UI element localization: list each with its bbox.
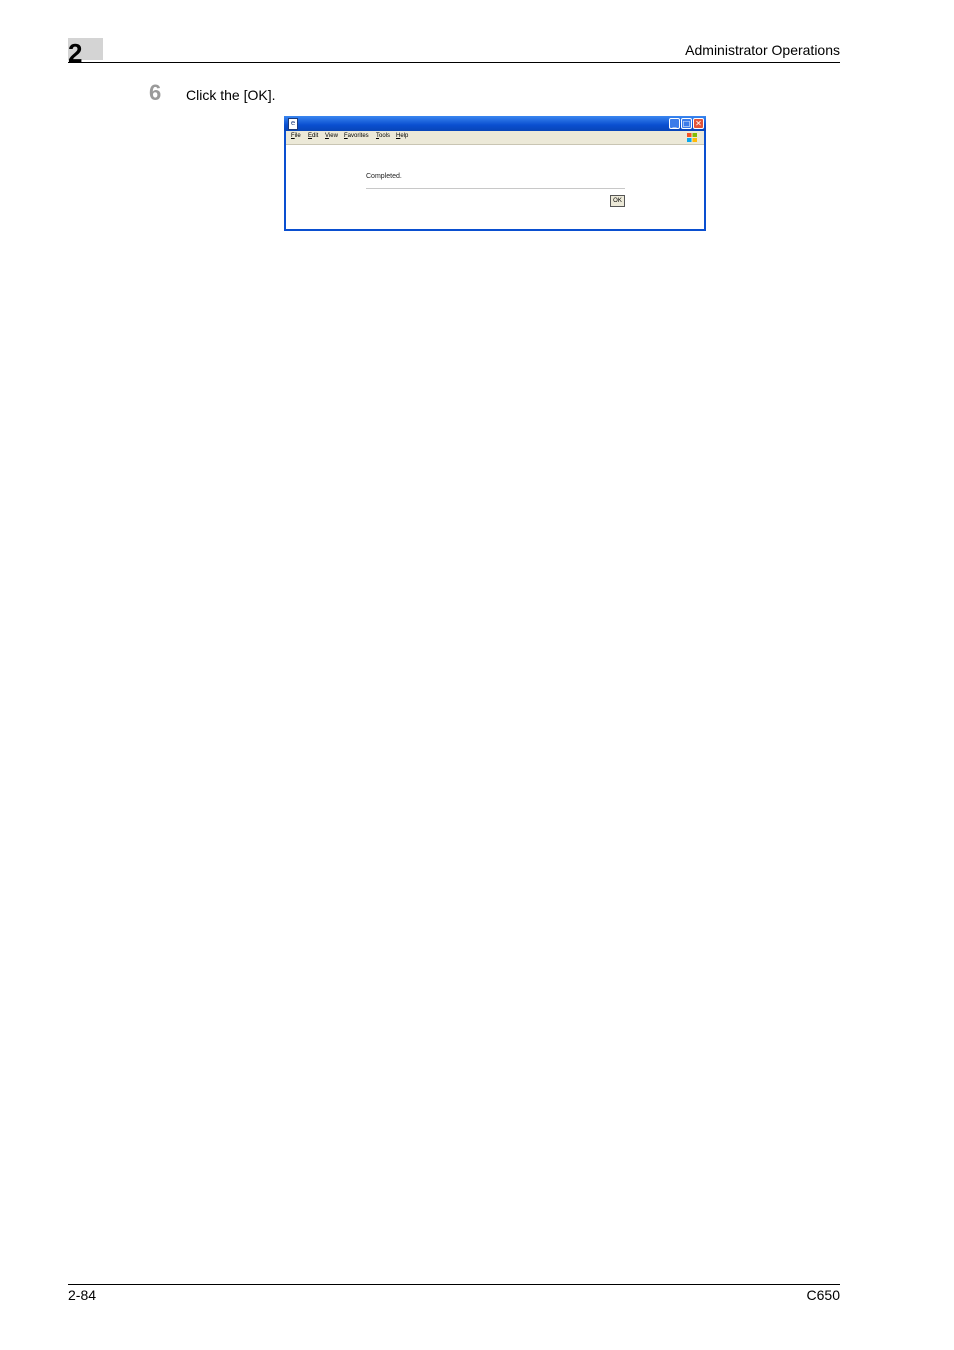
app-icon[interactable]: e [288, 118, 298, 130]
menu-edit[interactable]: Edit [308, 133, 318, 139]
menu-tools[interactable]: Tools [376, 133, 390, 139]
menu-favorites[interactable]: Favorites [344, 133, 369, 139]
footer-divider [68, 1284, 840, 1285]
chapter-number: 2 [68, 38, 83, 68]
header-divider [68, 62, 840, 63]
minimize-icon[interactable]: _ [669, 118, 680, 129]
ok-button[interactable]: OK [610, 195, 625, 207]
step-number: 6 [149, 80, 162, 105]
windows-logo-icon [687, 133, 697, 142]
section-title: Administrator Operations [685, 42, 840, 58]
menu-file[interactable]: File [291, 133, 301, 139]
title-bar[interactable]: e _ □ ✕ [284, 116, 706, 131]
maximize-icon[interactable]: □ [681, 118, 692, 129]
browser-window: e _ □ ✕ File Edit View Favorites Tools H… [284, 116, 706, 231]
page-number: 2-84 [68, 1287, 97, 1303]
completion-message: Completed. [366, 173, 402, 180]
model-name: C650 [806, 1287, 840, 1303]
menu-view[interactable]: View [325, 133, 338, 139]
menu-help[interactable]: Help [396, 133, 408, 139]
close-icon[interactable]: ✕ [693, 118, 704, 129]
page-content: Completed. OK [286, 145, 704, 229]
menu-bar: File Edit View Favorites Tools Help [286, 131, 704, 145]
content-divider [366, 188, 625, 189]
step-instruction: Click the [OK]. [186, 87, 276, 103]
